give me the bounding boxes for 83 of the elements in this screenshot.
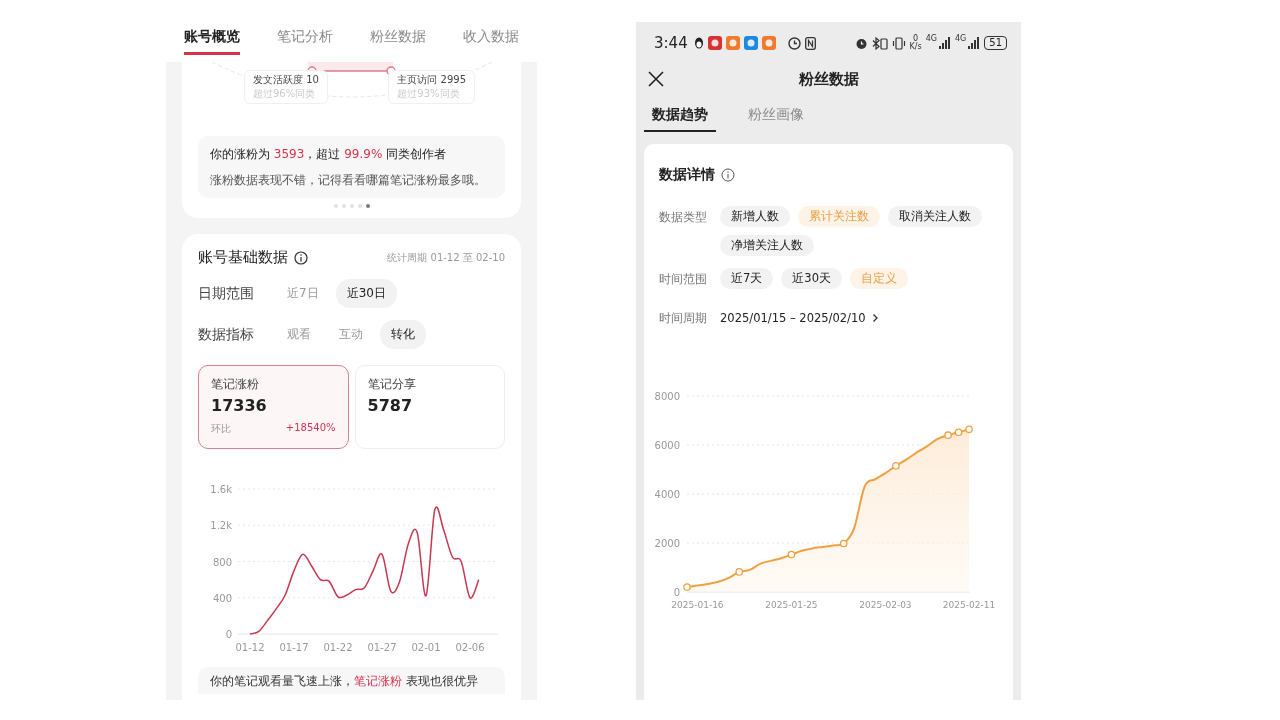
x-tick-label: 2025-01-25 [765,600,818,610]
vibrate-icon [891,36,906,50]
app-icon [761,36,776,50]
y-tick-label: 8000 [654,391,680,402]
x-tick-label: 01-17 [279,642,309,653]
close-icon[interactable] [648,71,664,87]
data-point [954,428,963,437]
info-icon[interactable] [294,250,308,265]
metric-card[interactable]: 笔记分享 5787 [354,365,505,449]
chevron-right-icon [871,313,879,323]
y-tick-label: 4000 [654,489,680,500]
filter-label: 时间范围 [659,271,708,287]
y-tick-label: 6000 [654,440,680,451]
data-point [787,550,796,559]
page-dot[interactable] [365,204,370,208]
filter-option[interactable]: 近30日 [335,279,397,308]
app-icon [743,36,758,50]
compare-label: 环比 [211,422,231,436]
x-tick-label: 2025-01-16 [671,600,724,610]
x-tick-label: 01-27 [367,642,397,653]
y-tick-label: 0 [225,629,232,640]
filter-option[interactable]: 转化 [380,320,426,349]
tab[interactable]: 收入数据 [463,28,519,52]
filter-chip[interactable]: 新增人数 [720,206,790,227]
data-point [735,568,744,576]
signal-icon [968,37,981,49]
filter-label: 数据类型 [659,209,708,225]
alarm-icon [854,36,868,50]
metric-label: 笔记涨粉 [211,376,260,393]
status-time: 3:44 [654,34,688,52]
tab[interactable]: 账号概览 [184,28,240,55]
network-label: 4G [925,34,937,43]
x-tick-label: 01-22 [323,642,353,653]
y-tick-label: 1.2k [210,520,232,532]
section-title: 数据详情 [659,166,715,184]
y-tick-label: 1.6k [210,484,232,495]
period-text: 统计周期 01-12 至 02-10 [387,250,505,265]
metric-value: 5787 [367,396,414,415]
bluetooth-icon [871,36,888,50]
x-tick-label: 02-06 [455,642,485,653]
page-title: 粉丝数据 [797,69,860,89]
insight-text: 你的笔记观看量飞速上涨，笔记涨粉 表现也很优异 [198,667,505,694]
x-tick-label: 2025-02-03 [859,600,912,610]
filter-chip[interactable]: 近30天 [781,268,842,289]
y-tick-label: 800 [212,556,232,568]
section-title: 账号基础数据 [198,248,288,267]
summary-headline: 你的涨粉为 3593，超过 99.9% 同类创作者 [210,146,448,163]
y-tick-label: 2000 [654,538,680,549]
metric-label: 笔记分享 [367,376,417,393]
data-point [839,539,848,548]
y-tick-label: 400 [212,592,232,604]
tab[interactable]: 数据趋势 [644,106,716,132]
x-tick-label: 02-01 [411,642,441,653]
data-point [683,583,691,591]
summary-text: 涨粉数据表现不错，记得看看哪篇笔记涨粉最多哦。 [210,173,487,188]
speed-unit: K/s [909,43,922,51]
data-point [944,431,952,440]
filter-label: 日期范围 [198,284,255,303]
metric-card[interactable]: 笔记涨粉 17336 环比 +18540% [198,365,349,449]
x-tick-label: 01-12 [235,642,265,653]
compare-value: +18540% [285,422,336,435]
nfc-icon [804,36,816,50]
date-range-picker[interactable]: 2025/01/15 – 2025/02/10 [720,307,879,325]
clock-icon [787,36,801,50]
signal-icon [938,37,951,49]
data-point [965,425,973,434]
battery-indicator: 51 [984,36,1007,50]
app-icon [725,36,740,50]
app-icon [707,36,722,50]
filter-chip[interactable]: 近7天 [720,268,774,289]
tab[interactable]: 笔记分析 [277,28,333,52]
speed-value: 0 [913,35,919,43]
filter-chip[interactable]: 取消关注人数 [888,206,982,227]
metric-value: 17336 [211,396,268,415]
penguin-icon [693,37,704,49]
network-label: 4G [954,34,967,43]
data-point [892,462,900,470]
x-tick-label: 2025-02-11 [942,600,996,610]
filter-label: 数据指标 [198,325,255,344]
y-tick-label: 0 [673,587,680,598]
tab[interactable]: 粉丝数据 [370,28,426,52]
filter-label: 时间周期 [659,310,708,326]
filter-chip[interactable]: 净增关注人数 [720,235,814,256]
